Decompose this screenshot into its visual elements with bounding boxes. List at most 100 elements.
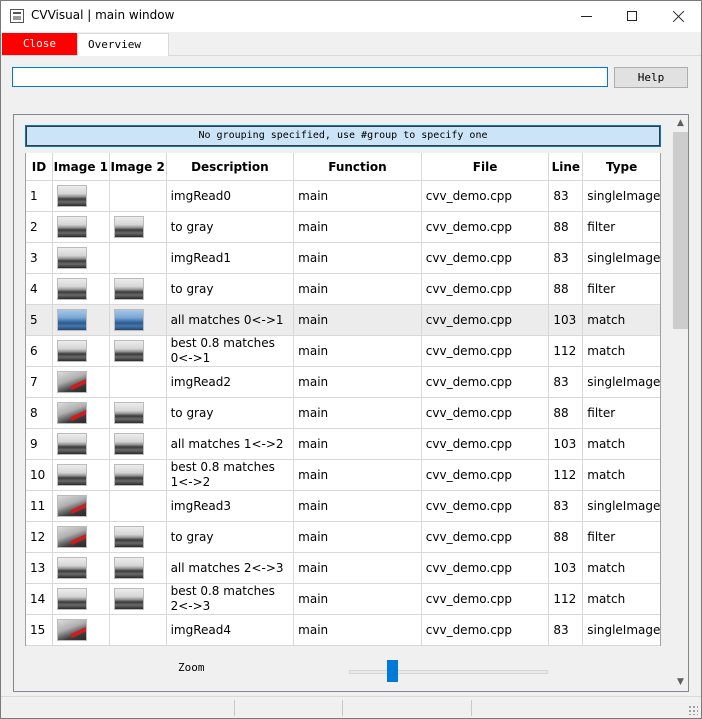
cell-function: main [294,305,422,335]
cell-id: 8 [26,398,53,428]
help-button[interactable]: Help [614,67,688,88]
table-row[interactable]: 5 all matches 0<->1 main cvv_demo.cpp 103 mat… [26,305,660,336]
maximize-button[interactable] [609,1,655,32]
cell-description: to gray [167,212,295,242]
table-row[interactable]: 1 imgRead0 main cvv_demo.cpp 83 singleImage [26,181,660,212]
cell-description: imgRead2 [167,367,295,397]
cell-description: to gray [167,522,295,552]
image-thumbnail [113,464,144,486]
group-header[interactable]: No grouping specified, use #group to spe… [25,125,661,147]
column-header-description[interactable]: Description [167,153,295,180]
image-thumbnail [113,588,144,610]
cell-description: imgRead1 [167,243,295,273]
cell-image1 [53,181,110,211]
table-row[interactable]: 15 imgRead4 main cvv_demo.cpp 83 singleImage [26,615,660,646]
cell-line: 103 [549,429,584,459]
image-thumbnail [113,402,144,424]
cell-image2 [110,305,167,335]
table-row[interactable]: 9 all matches 1<->2 main cvv_demo.cpp 103 mat… [26,429,660,460]
zoom-slider-handle[interactable] [387,660,398,682]
title-bar: CVVisual | main window [1,1,701,32]
tab-overview[interactable]: Overview [77,33,169,56]
table-row[interactable]: 12 to gray main cvv_demo.cpp 88 filter [26,522,660,553]
scroll-up-arrow-icon[interactable]: ▲ [672,115,688,132]
cell-image2 [110,460,167,490]
cell-type: match [587,560,626,575]
cell-line: 88 [549,274,584,304]
image-thumbnail [56,371,87,393]
cell-line: 88 [549,398,584,428]
status-separator [342,700,343,716]
cell-type: singleImage [587,250,661,265]
status-bar [1,696,701,718]
table-row[interactable]: 10 best 0.8 matches 1<->2 main cvv_demo.cpp… [26,460,660,491]
table-row[interactable]: 7 imgRead2 main cvv_demo.cpp 83 singleImage [26,367,660,398]
cell-line: 83 [549,367,584,397]
cell-file: cvv_demo.cpp [422,398,550,428]
table-row[interactable]: 6 best 0.8 matches 0<->1 main cvv_demo.cpp 1… [26,336,660,367]
column-header-function[interactable]: Function [294,153,422,180]
cell-type: match [587,467,626,482]
column-header-image2[interactable]: Image 2 [110,153,167,180]
column-header-line[interactable]: Line [549,153,584,180]
cell-image2 [110,553,167,583]
cell-file: cvv_demo.cpp [422,584,550,614]
overview-panel: Help No grouping specified, use #group t… [1,56,701,696]
tab-close[interactable]: Close [2,33,77,55]
scrollbar-thumb[interactable] [673,132,688,329]
cell-line: 88 [549,522,584,552]
cell-function: main [294,460,422,490]
cell-description: to gray [167,274,295,304]
cell-image1 [53,305,110,335]
cell-line: 83 [549,243,584,273]
cell-image1 [53,584,110,614]
image-thumbnail [113,309,144,331]
table-row[interactable]: 8 to gray main cvv_demo.cpp 88 filter [26,398,660,429]
cell-image2 [110,274,167,304]
table-row[interactable]: 2 to gray main cvv_demo.cpp 88 filter [26,212,660,243]
cell-image2 [110,584,167,614]
zoom-slider-track[interactable] [349,670,548,674]
minimize-button[interactable] [563,1,609,32]
cell-file: cvv_demo.cpp [422,305,550,335]
cell-description: all matches 1<->2 [167,429,295,459]
cell-function: main [294,491,422,521]
cell-id: 11 [26,491,53,521]
cell-line: 112 [549,336,584,366]
cell-function: main [294,181,422,211]
resize-grip-icon[interactable] [688,705,698,715]
overview-scroll-area[interactable]: No grouping specified, use #group to spe… [13,114,689,692]
image-thumbnail [56,526,87,548]
column-header-id[interactable]: ID [26,153,53,180]
column-header-type[interactable]: Type [583,153,660,180]
cell-id: 3 [26,243,53,273]
scroll-down-arrow-icon[interactable]: ▼ [672,674,688,691]
image-thumbnail [113,526,144,548]
cell-line: 88 [549,212,584,242]
close-icon [672,10,685,23]
column-header-file[interactable]: File [422,153,550,180]
cell-function: main [294,553,422,583]
cell-id: 1 [26,181,53,211]
table-row[interactable]: 4 to gray main cvv_demo.cpp 88 filter [26,274,660,305]
table-row[interactable]: 11 imgRead3 main cvv_demo.cpp 83 singleImage [26,491,660,522]
cell-image1 [53,274,110,304]
cell-image2 [110,367,167,397]
cell-function: main [294,212,422,242]
table-row[interactable]: 3 imgRead1 main cvv_demo.cpp 83 singleImage [26,243,660,274]
cell-image1 [53,429,110,459]
vertical-scrollbar[interactable]: ▲ ▼ [672,115,688,691]
cell-description: best 0.8 matches 2<->3 [167,584,295,614]
image-thumbnail [56,309,87,331]
cell-line: 83 [549,615,584,645]
cell-file: cvv_demo.cpp [422,522,550,552]
image-thumbnail [56,340,87,362]
filter-input[interactable] [12,67,608,87]
table-row[interactable]: 13 all matches 2<->3 main cvv_demo.cpp 103 ma… [26,553,660,584]
close-window-button[interactable] [655,1,701,32]
image-thumbnail [56,278,87,300]
cell-type: match [587,312,626,327]
table-row[interactable]: 14 best 0.8 matches 2<->3 main cvv_demo.cpp… [26,584,660,615]
cell-image1 [53,553,110,583]
column-header-image1[interactable]: Image 1 [53,153,110,180]
